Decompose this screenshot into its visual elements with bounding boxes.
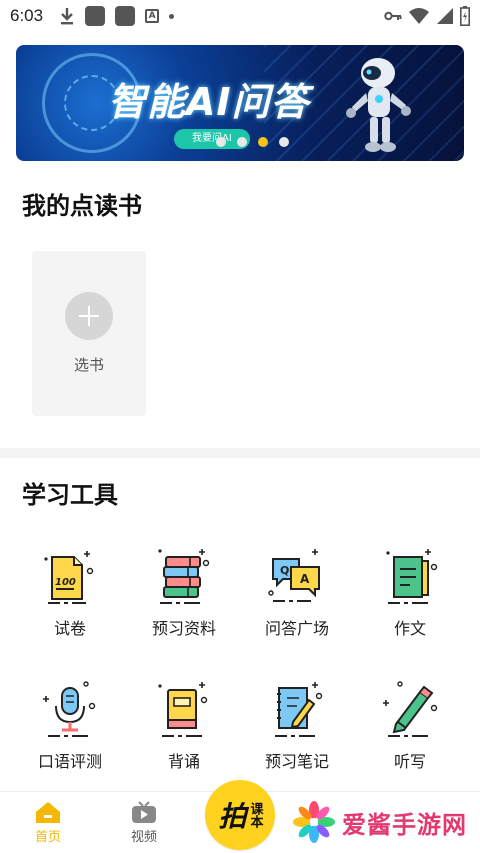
indicator-dot[interactable] bbox=[237, 137, 247, 147]
tv-video-icon bbox=[132, 801, 156, 823]
my-books-title: 我的点读书 bbox=[22, 192, 142, 220]
book-icon bbox=[158, 682, 208, 737]
qa-bubbles-icon: Q A bbox=[268, 549, 320, 602]
app-notification-icon bbox=[85, 6, 106, 26]
section-divider bbox=[0, 448, 480, 458]
nav-video-label: 视频 bbox=[130, 830, 157, 845]
microphone-icon bbox=[43, 681, 96, 737]
vpn-key-icon bbox=[384, 11, 402, 21]
pinwheel-logo-icon bbox=[293, 801, 335, 843]
indicator-dot[interactable] bbox=[279, 137, 289, 147]
status-notification-icons: A bbox=[59, 6, 175, 26]
watermark-text: 爱酱手游网 bbox=[342, 810, 467, 839]
more-notifications-icon bbox=[169, 13, 175, 19]
composition-doc-icon bbox=[386, 549, 438, 604]
nav-home[interactable]: 首页 bbox=[18, 800, 78, 845]
tool-label: 作文 bbox=[393, 619, 426, 638]
tool-label: 问答广场 bbox=[264, 619, 329, 638]
center-button-main-text: 拍 bbox=[218, 800, 247, 833]
tool-qa-square[interactable]: Q A 问答广场 bbox=[237, 545, 357, 639]
exam-paper-icon: 100 bbox=[44, 551, 94, 604]
study-tools-title: 学习工具 bbox=[22, 481, 118, 509]
tool-label: 试卷 bbox=[53, 619, 86, 638]
tool-label: 口语评测 bbox=[37, 752, 102, 771]
center-button-sub-text: 课本 bbox=[247, 802, 263, 828]
indicator-dot[interactable] bbox=[216, 137, 226, 147]
watermark: 爱酱手游网 bbox=[292, 800, 467, 844]
tool-label: 预习笔记 bbox=[264, 752, 329, 771]
nav-home-label: 首页 bbox=[34, 830, 61, 845]
pencil-icon bbox=[383, 681, 438, 737]
banner-page-indicator bbox=[216, 137, 289, 147]
indicator-dot-active[interactable] bbox=[258, 137, 268, 147]
photo-textbook-button[interactable]: 拍 课本 bbox=[205, 780, 275, 850]
tool-label: 预习资料 bbox=[151, 619, 216, 638]
status-system-icons bbox=[384, 6, 470, 26]
app-notification-icon bbox=[115, 6, 136, 26]
battery-icon bbox=[460, 6, 470, 26]
ai-qa-banner[interactable]: 智能AI问答 我要问AI bbox=[16, 45, 464, 161]
tool-label: 听写 bbox=[393, 752, 426, 771]
download-icon bbox=[61, 8, 74, 25]
wifi-icon bbox=[409, 8, 429, 24]
tool-exam[interactable]: 100 试卷 bbox=[10, 545, 130, 639]
home-icon bbox=[36, 802, 60, 823]
svg-text:Q: Q bbox=[280, 564, 289, 577]
svg-text:100: 100 bbox=[55, 577, 76, 588]
svg-text:A: A bbox=[300, 572, 310, 586]
tool-recitation[interactable]: 背诵 bbox=[124, 678, 244, 772]
nav-video[interactable]: 视频 bbox=[114, 800, 174, 845]
tool-oral-assessment[interactable]: 口语评测 bbox=[10, 678, 130, 772]
status-time: 6:03 bbox=[10, 6, 44, 25]
banner-title: 智能AI问答 bbox=[108, 80, 310, 124]
status-bar: 6:03 A bbox=[0, 0, 480, 32]
tool-dictation[interactable]: 听写 bbox=[350, 678, 470, 772]
select-book-label: 选书 bbox=[73, 356, 104, 374]
robot-illustration-icon bbox=[346, 58, 411, 152]
font-notification-icon: A bbox=[145, 9, 160, 23]
books-stack-icon bbox=[158, 549, 210, 604]
tool-composition[interactable]: 作文 bbox=[350, 545, 470, 639]
tool-preview-notes[interactable]: 预习笔记 bbox=[237, 678, 357, 772]
add-icon bbox=[65, 292, 113, 340]
select-book-card[interactable]: 选书 bbox=[32, 251, 146, 416]
tool-label: 背诵 bbox=[167, 752, 200, 771]
tool-preview-materials[interactable]: 预习资料 bbox=[124, 545, 244, 639]
notebook-pencil-icon bbox=[275, 682, 323, 737]
signal-icon bbox=[437, 8, 453, 24]
